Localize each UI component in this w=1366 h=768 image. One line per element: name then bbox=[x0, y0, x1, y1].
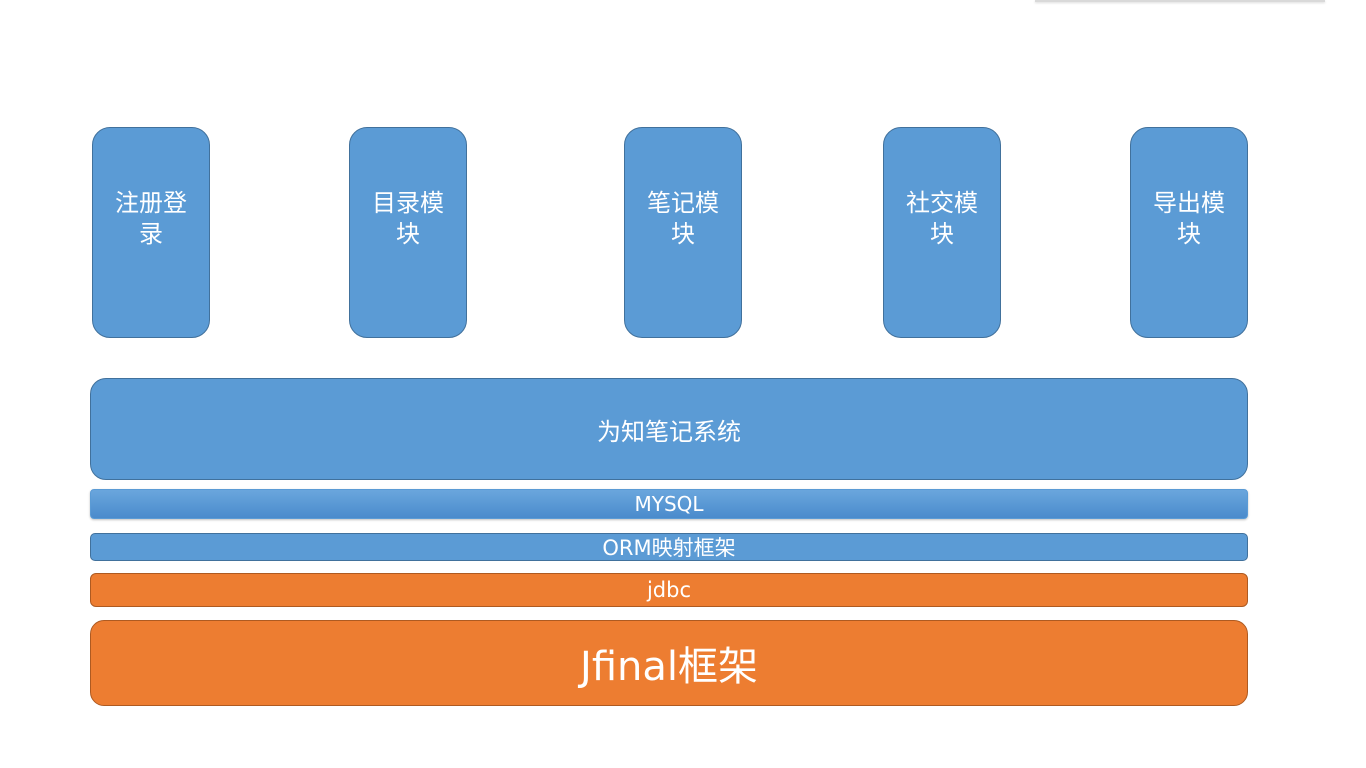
window-edge bbox=[1035, 0, 1325, 2]
module-label: 导出模块 bbox=[1153, 188, 1225, 248]
system-layer-label: 为知笔记系统 bbox=[597, 417, 741, 446]
architecture-diagram: 注册登录 目录模块 笔记模块 社交模块 导出模块 为知笔记系统 MYSQL OR… bbox=[0, 0, 1366, 768]
module-notes[interactable]: 笔记模块 bbox=[624, 127, 742, 338]
module-social[interactable]: 社交模块 bbox=[883, 127, 1001, 338]
system-layer[interactable]: 为知笔记系统 bbox=[90, 378, 1248, 480]
mysql-layer[interactable]: MYSQL bbox=[90, 489, 1248, 519]
module-label: 社交模块 bbox=[906, 188, 978, 248]
module-register-login[interactable]: 注册登录 bbox=[92, 127, 210, 338]
module-label: 目录模块 bbox=[372, 188, 444, 248]
module-label: 注册登录 bbox=[115, 188, 187, 248]
mysql-layer-label: MYSQL bbox=[634, 492, 704, 516]
jdbc-layer-label: jdbc bbox=[646, 578, 692, 602]
module-directory[interactable]: 目录模块 bbox=[349, 127, 467, 338]
orm-layer-label: ORM映射框架 bbox=[602, 536, 736, 560]
jfinal-layer[interactable]: Jfinal框架 bbox=[90, 620, 1248, 706]
module-label: 笔记模块 bbox=[647, 188, 719, 248]
jdbc-layer[interactable]: jdbc bbox=[90, 573, 1248, 607]
module-export[interactable]: 导出模块 bbox=[1130, 127, 1248, 338]
jfinal-layer-label: Jfinal框架 bbox=[580, 644, 758, 690]
orm-layer[interactable]: ORM映射框架 bbox=[90, 533, 1248, 561]
